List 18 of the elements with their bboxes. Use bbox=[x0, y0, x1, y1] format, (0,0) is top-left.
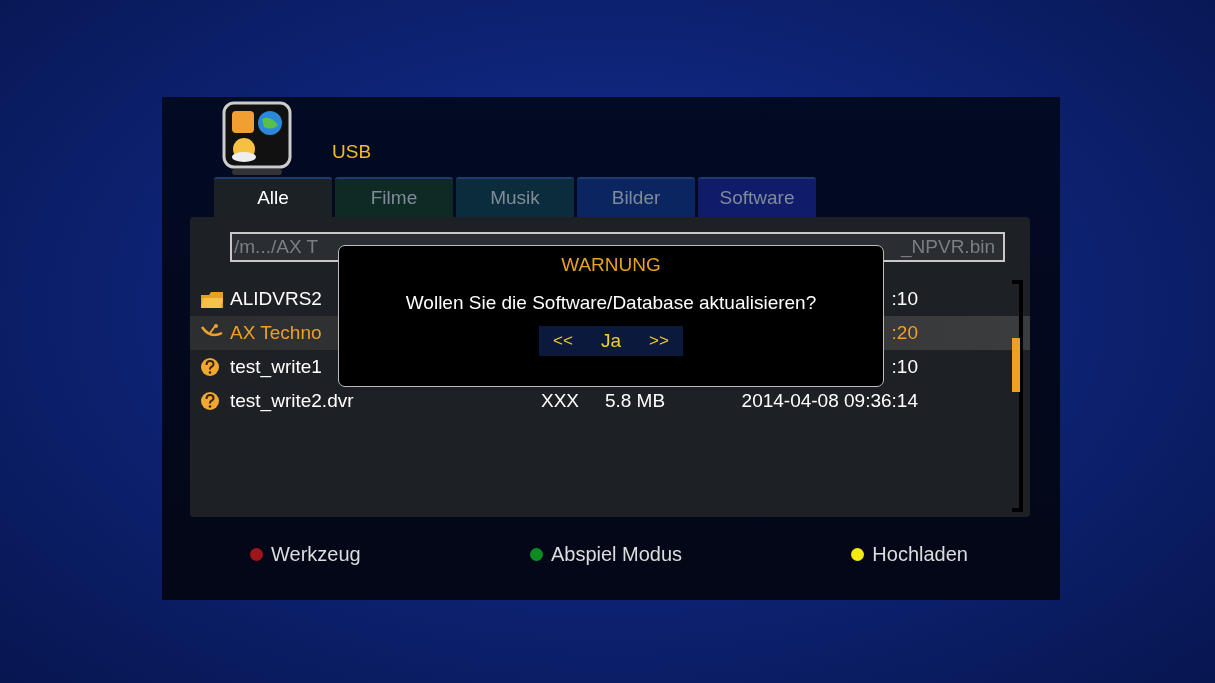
dialog-title: WARNUNG bbox=[561, 254, 661, 276]
file-date: :10 bbox=[891, 288, 918, 309]
file-type: XXX bbox=[541, 390, 579, 411]
file-date: 2014-04-08 09:36:14 bbox=[741, 390, 918, 411]
dialog-message: Wollen Sie die Software/Database aktualisieren? bbox=[405, 292, 817, 314]
path-start: /m.../AX T bbox=[234, 236, 319, 258]
file-date: :10 bbox=[891, 356, 918, 377]
screen-title: USB bbox=[332, 141, 372, 163]
file-name: ALIDVRS2 bbox=[230, 288, 322, 309]
previous-arrow: << bbox=[553, 331, 573, 351]
file-date: :20 bbox=[891, 322, 918, 343]
file-name: AX Techno bbox=[230, 322, 322, 343]
file-size: 5.8 MB bbox=[604, 390, 666, 411]
next-arrow: >> bbox=[649, 331, 669, 351]
path-end: _NPVR.bin bbox=[901, 236, 995, 258]
file-name: test_write1 bbox=[230, 356, 322, 377]
file-name: test_write2.dvr bbox=[230, 390, 354, 411]
choice-value: Ja bbox=[600, 330, 622, 352]
